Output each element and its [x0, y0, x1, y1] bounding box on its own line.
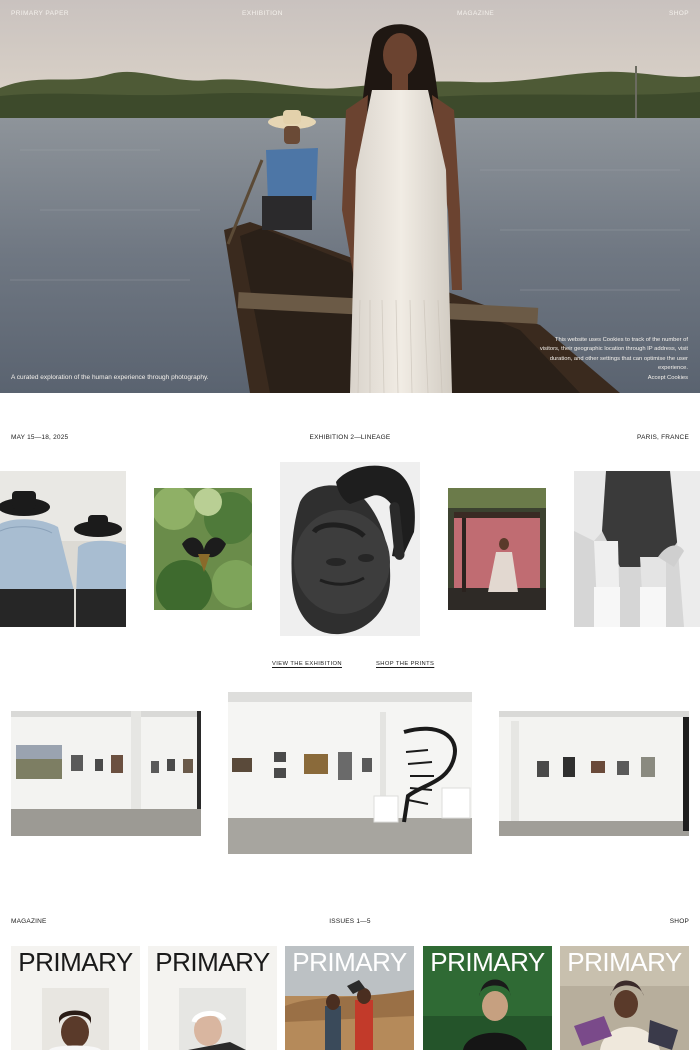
nav-magazine-link[interactable]: MAGAZINE: [457, 10, 494, 17]
shop-prints-link[interactable]: SHOP THE PRINTS: [376, 661, 434, 667]
magazine-issues: ISSUES 1—5: [329, 918, 371, 925]
exhibition-photo-pink-room[interactable]: [448, 488, 546, 610]
exhibition-photo-butterfly[interactable]: [154, 488, 252, 610]
exhibition-date: MAY 15—18, 2025: [11, 434, 69, 441]
view-exhibition-link[interactable]: VIEW THE EXHIBITION: [272, 661, 342, 667]
magazine-cover-issue-3[interactable]: PRIMARY: [285, 946, 414, 1050]
hero-section: PRIMARY PAPER EXHIBITION MAGAZINE SHOP A…: [0, 0, 700, 393]
exhibition-title: EXHIBITION 2—LINEAGE: [309, 434, 391, 441]
magazine-cover-issue-4[interactable]: PRIMARY: [423, 946, 552, 1050]
magazine-cover-issue-5[interactable]: PRIMARY: [560, 946, 689, 1050]
hero-tagline: A curated exploration of the human exper…: [11, 374, 209, 381]
exhibition-links: VIEW THE EXHIBITION SHOP THE PRINTS: [0, 661, 700, 673]
gallery-photo-right[interactable]: [499, 711, 689, 836]
nav-shop-link[interactable]: SHOP: [669, 10, 689, 17]
magazine-shop-link[interactable]: SHOP: [670, 918, 689, 925]
cover-title: PRIMARY: [155, 947, 270, 977]
exhibition-photo-portrait-hand[interactable]: [280, 462, 420, 636]
cover-title: PRIMARY: [292, 947, 407, 977]
accept-cookies-button[interactable]: Accept Cookies: [648, 374, 688, 383]
cookie-notice: This website uses Cookies to track of th…: [538, 336, 688, 383]
cover-title: PRIMARY: [567, 947, 682, 977]
exhibition-photo-riders[interactable]: [0, 471, 126, 627]
top-navigation: PRIMARY PAPER EXHIBITION MAGAZINE SHOP: [0, 0, 700, 28]
magazine-cover-issue-1[interactable]: PRIMARY: [11, 946, 140, 1050]
cookie-text: This website uses Cookies to track of th…: [539, 337, 688, 372]
exhibition-location: PARIS, FRANCE: [637, 434, 689, 441]
cover-title: PRIMARY: [18, 947, 133, 977]
magazine-label: MAGAZINE: [11, 918, 47, 925]
brand-link[interactable]: PRIMARY PAPER: [11, 10, 69, 17]
gallery-photo-left[interactable]: [11, 711, 201, 836]
magazine-cover-issue-2[interactable]: PRIMARY: [148, 946, 277, 1050]
hero-photo: [0, 0, 700, 393]
exhibition-photo-legs[interactable]: [574, 471, 700, 627]
gallery-photo-center[interactable]: [228, 692, 472, 854]
cover-title: PRIMARY: [430, 947, 545, 977]
nav-exhibition-link[interactable]: EXHIBITION: [242, 10, 283, 17]
